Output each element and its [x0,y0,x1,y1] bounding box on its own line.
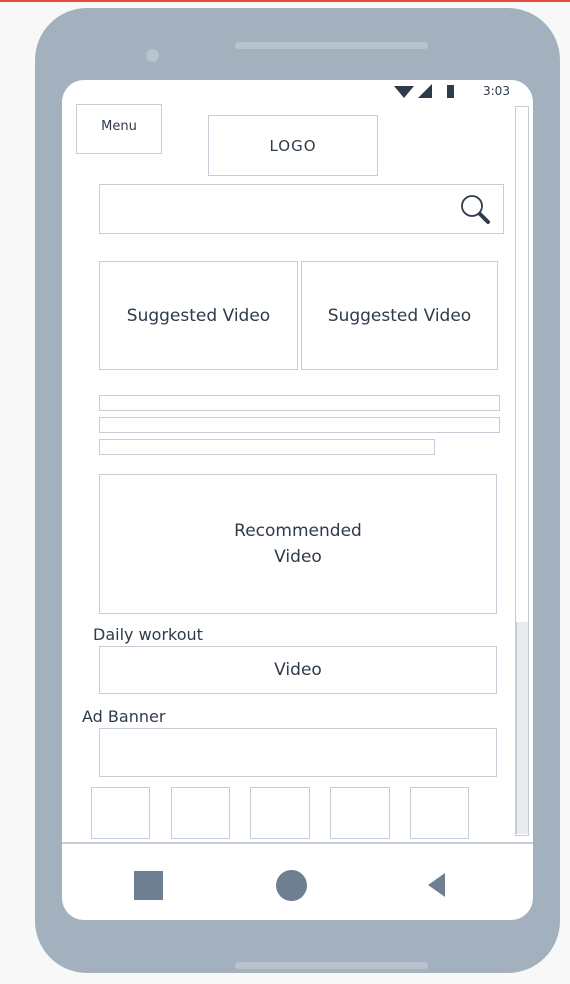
square-icon[interactable] [134,871,163,900]
circle-icon[interactable] [276,870,307,901]
recommended-video[interactable]: Recommended Video [99,474,497,614]
logo-box: LOGO [208,115,378,176]
text-placeholder-line [99,417,500,433]
signal-icon [418,84,432,98]
status-time: 3:03 [483,84,510,98]
scrollbar-thumb[interactable] [516,622,528,834]
text-placeholder-line [99,395,500,411]
daily-workout-heading: Daily workout [93,625,203,644]
recommended-label-line1: Recommended [234,521,362,541]
ad-banner[interactable] [99,728,497,777]
menu-label: Menu [101,119,137,134]
suggested-video-1[interactable]: Suggested Video [99,261,298,370]
menu-button[interactable]: Menu [76,104,162,154]
daily-workout-video[interactable]: Video [99,646,497,694]
recommended-label-line2: Video [274,547,322,567]
bottom-bar [235,962,428,969]
thumbnail-tile[interactable] [250,787,310,839]
camera-dot [146,49,159,62]
search-input[interactable] [99,184,504,234]
back-triangle-icon[interactable] [428,873,445,897]
suggested-video-label: Suggested Video [327,305,472,326]
suggested-video-label: Suggested Video [126,305,271,326]
top-accent-line [0,0,570,2]
search-icon[interactable] [459,193,491,225]
text-placeholder-line [99,439,435,455]
daily-workout-video-label: Video [274,660,322,680]
wifi-icon [394,86,414,98]
nav-divider [62,842,533,844]
speaker-bar [235,42,428,49]
ad-banner-heading: Ad Banner [82,707,166,726]
battery-icon [447,85,454,98]
status-icons [394,84,454,98]
thumbnail-tile[interactable] [171,787,230,839]
logo-label: LOGO [269,136,317,155]
thumbnail-tile[interactable] [330,787,390,839]
suggested-video-2[interactable]: Suggested Video [301,261,498,370]
thumbnail-tile[interactable] [410,787,469,839]
thumbnail-tile[interactable] [91,787,150,839]
